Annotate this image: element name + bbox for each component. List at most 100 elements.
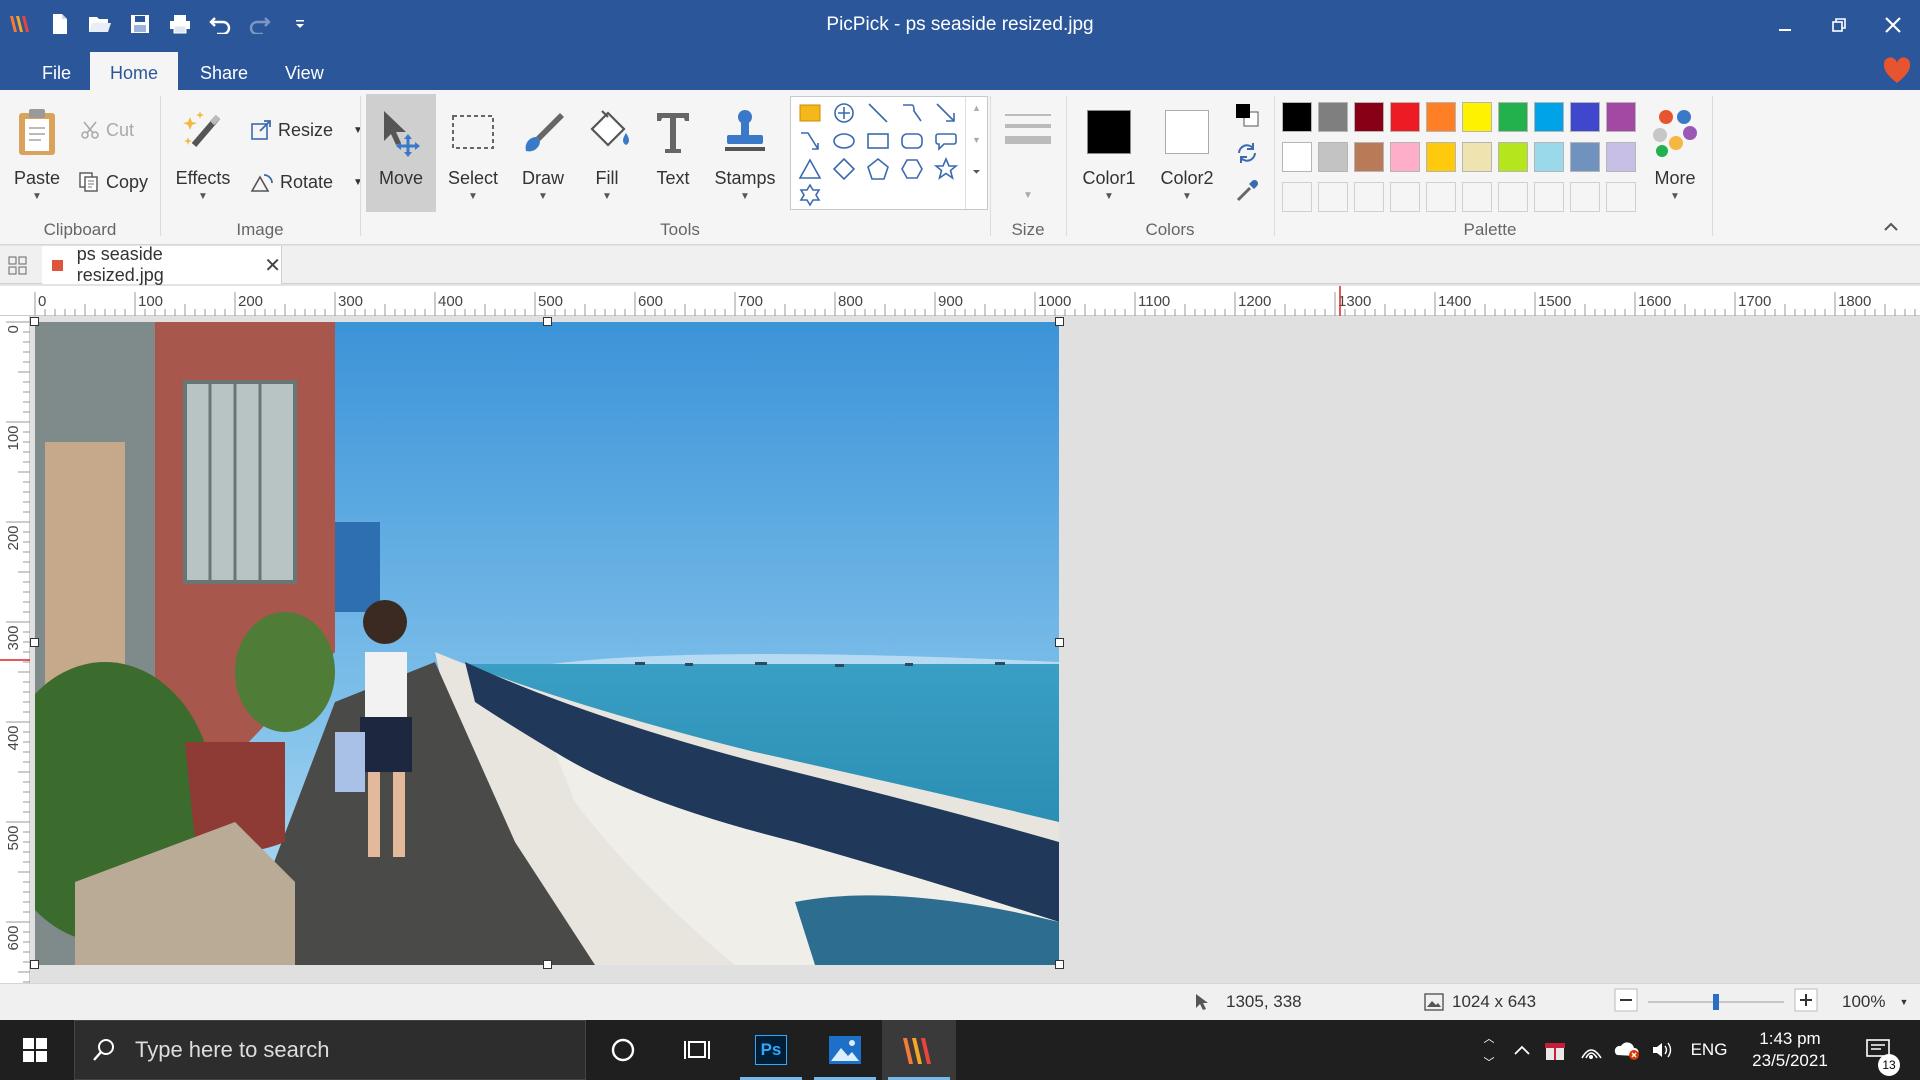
palette-swatch-empty[interactable] <box>1426 182 1456 212</box>
resize-handle[interactable] <box>543 317 552 326</box>
resize-handle[interactable] <box>30 638 39 647</box>
palette-swatch[interactable] <box>1318 102 1348 132</box>
palette-swatch[interactable] <box>1606 102 1636 132</box>
palette-swatch[interactable] <box>1354 142 1384 172</box>
copy-button[interactable]: Copy <box>78 166 148 198</box>
palette-swatch[interactable] <box>1498 142 1528 172</box>
palette-swatch[interactable] <box>1570 142 1600 172</box>
wifi-icon[interactable] <box>1576 1020 1606 1080</box>
shape-elbow-arrow-icon[interactable] <box>793 127 827 155</box>
scroll-down-icon[interactable]: ▼ <box>966 135 987 145</box>
palette-swatch[interactable] <box>1426 142 1456 172</box>
palette-swatch-empty[interactable] <box>1354 182 1384 212</box>
shape-curve-icon[interactable] <box>895 99 929 127</box>
shape-star-icon[interactable] <box>929 155 963 183</box>
tab-view[interactable]: View <box>265 50 344 90</box>
resize-handle[interactable] <box>1055 317 1064 326</box>
palette-swatch[interactable] <box>1462 142 1492 172</box>
photos-taskbar-icon[interactable] <box>808 1020 882 1080</box>
volume-icon[interactable] <box>1648 1020 1678 1080</box>
move-tool-button[interactable]: Move <box>366 94 436 212</box>
document-tab[interactable]: ps seaside resized.jpg ✕ <box>42 244 282 285</box>
palette-swatch-empty[interactable] <box>1498 182 1528 212</box>
shapes-scrollbar[interactable]: ▲ ▼ ⏷ <box>965 97 987 209</box>
select-tool-button[interactable]: Select ▼ <box>438 94 508 212</box>
collapse-ribbon-icon[interactable] <box>1884 218 1898 234</box>
photoshop-taskbar-icon[interactable]: Ps <box>734 1020 808 1080</box>
color1-button[interactable]: Color1 ▼ <box>1074 94 1144 212</box>
chevron-up-icon[interactable]: ︿ <box>1484 1030 1495 1046</box>
taskbar-scroll[interactable]: ︿ ﹀ <box>1474 1020 1504 1080</box>
minimize-button[interactable] <box>1758 0 1812 50</box>
zoom-slider[interactable] <box>1648 994 1784 1010</box>
shape-line-icon[interactable] <box>861 99 895 127</box>
palette-swatch[interactable] <box>1606 142 1636 172</box>
image-canvas[interactable] <box>35 322 1059 965</box>
palette-swatch-empty[interactable] <box>1390 182 1420 212</box>
palette-swatch[interactable] <box>1390 142 1420 172</box>
shape-diamond-icon[interactable] <box>827 155 861 183</box>
zoom-in-button[interactable] <box>1794 988 1818 1012</box>
shape-arrow-icon[interactable] <box>929 99 963 127</box>
shape-speech-bubble-icon[interactable] <box>929 127 963 155</box>
taskbar-search[interactable]: Type here to search <box>74 1020 586 1080</box>
shape-rectangle-icon[interactable] <box>793 99 827 127</box>
expand-gallery-icon[interactable]: ⏷ <box>966 167 987 178</box>
tab-share[interactable]: Share <box>180 50 268 90</box>
cut-button[interactable]: Cut <box>80 114 134 146</box>
show-hidden-icons-icon[interactable] <box>1508 1020 1536 1080</box>
palette-swatch-empty[interactable] <box>1462 182 1492 212</box>
shape-pentagon-icon[interactable] <box>861 155 895 183</box>
palette-swatch-empty[interactable] <box>1606 182 1636 212</box>
shape-ellipse-icon[interactable] <box>827 127 861 155</box>
heart-icon[interactable] <box>1882 56 1912 86</box>
shape-triangle-icon[interactable] <box>793 155 827 183</box>
palette-swatch[interactable] <box>1534 102 1564 132</box>
onedrive-error-icon[interactable] <box>1612 1020 1642 1080</box>
chevron-down-icon[interactable]: ﹀ <box>1484 1054 1495 1070</box>
palette-swatch[interactable] <box>1498 102 1528 132</box>
zoom-slider-thumb[interactable] <box>1713 994 1719 1010</box>
palette-swatch[interactable] <box>1426 102 1456 132</box>
close-tab-icon[interactable]: ✕ <box>264 253 281 278</box>
zoom-level[interactable]: 100% ▼ <box>1842 992 1908 1012</box>
grid-view-icon[interactable] <box>8 256 28 281</box>
resize-button[interactable]: Resize ▼ <box>250 114 363 146</box>
palette-swatch[interactable] <box>1390 102 1420 132</box>
language-indicator[interactable]: ENG <box>1684 1020 1734 1080</box>
palette-swatch[interactable] <box>1282 102 1312 132</box>
palette-swatch[interactable] <box>1534 142 1564 172</box>
draw-tool-button[interactable]: Draw ▼ <box>508 94 578 212</box>
palette-swatch-empty[interactable] <box>1570 182 1600 212</box>
palette-swatch-empty[interactable] <box>1534 182 1564 212</box>
text-tool-button[interactable]: Text <box>638 94 708 212</box>
restore-button[interactable] <box>1812 0 1866 50</box>
antivirus-icon[interactable] <box>1540 1020 1570 1080</box>
shape-rect-outline-icon[interactable] <box>861 127 895 155</box>
palette-swatch[interactable] <box>1282 142 1312 172</box>
tab-home[interactable]: Home <box>90 52 179 90</box>
palette-swatch-empty[interactable] <box>1318 182 1348 212</box>
scroll-up-icon[interactable]: ▲ <box>966 103 987 113</box>
more-colors-button[interactable]: More ▼ <box>1640 94 1710 212</box>
fill-tool-button[interactable]: Fill ▼ <box>572 94 642 212</box>
task-view-icon[interactable] <box>660 1020 734 1080</box>
stamps-tool-button[interactable]: Stamps ▼ <box>710 94 780 212</box>
resize-handle[interactable] <box>543 960 552 969</box>
shape-crosshair-icon[interactable] <box>827 99 861 127</box>
rotate-button[interactable]: Rotate ▼ <box>250 166 363 198</box>
shape-star6-icon[interactable] <box>793 181 827 209</box>
resize-handle[interactable] <box>30 317 39 326</box>
close-button[interactable] <box>1866 0 1920 50</box>
cortana-icon[interactable] <box>586 1020 660 1080</box>
shape-hexagon-icon[interactable] <box>895 155 929 183</box>
swap-colors-icon[interactable] <box>1234 140 1260 171</box>
color-picker-icon[interactable] <box>1234 178 1260 209</box>
palette-swatch[interactable] <box>1318 142 1348 172</box>
palette-swatch[interactable] <box>1570 102 1600 132</box>
color2-button[interactable]: Color2 ▼ <box>1152 94 1222 212</box>
resize-handle[interactable] <box>1055 638 1064 647</box>
palette-swatch[interactable] <box>1462 102 1492 132</box>
paste-button[interactable]: Paste ▼ <box>2 94 72 212</box>
effects-button[interactable]: Effects ▼ <box>168 94 238 212</box>
